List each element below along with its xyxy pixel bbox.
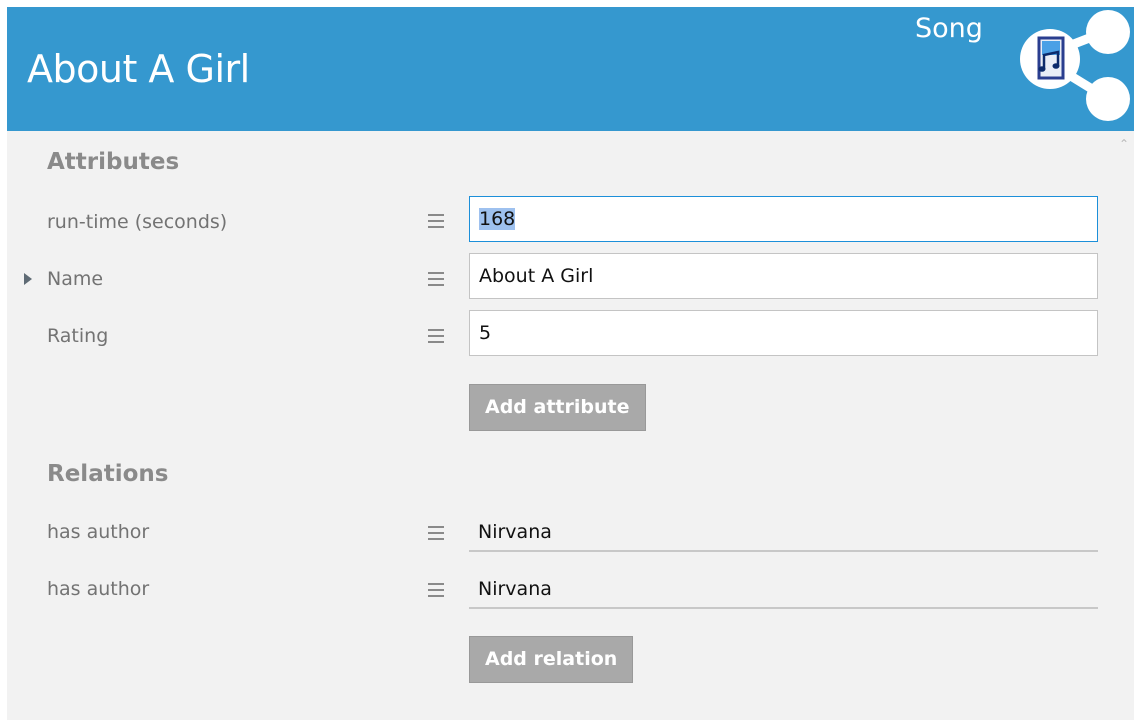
drag-handle-icon[interactable] (428, 214, 444, 228)
relation-label: has author (47, 578, 150, 600)
drag-handle-icon[interactable] (428, 583, 444, 597)
attribute-label-name: Name (47, 268, 104, 290)
attribute-input-runtime[interactable] (469, 196, 1098, 242)
drag-handle-icon[interactable] (428, 272, 444, 286)
attribute-input-rating[interactable] (469, 310, 1098, 356)
current-row-indicator-icon (24, 273, 32, 285)
type-label: Song (915, 13, 983, 44)
music-share-icon (1020, 10, 1130, 121)
drag-handle-icon[interactable] (428, 329, 444, 343)
page-title: About A Girl (27, 47, 250, 91)
attribute-input-name[interactable] (469, 253, 1098, 299)
relation-value-link[interactable]: Nirvana (478, 521, 552, 543)
vertical-scrollbar[interactable] (1114, 131, 1134, 720)
add-attribute-button[interactable]: Add attribute (469, 384, 646, 431)
relation-value-link[interactable]: Nirvana (478, 578, 552, 600)
drag-handle-icon[interactable] (428, 526, 444, 540)
attribute-label-runtime: run-time (seconds) (47, 211, 228, 233)
add-relation-button[interactable]: Add relation (469, 636, 634, 683)
relation-label: has author (47, 521, 150, 543)
attribute-label-rating: Rating (47, 325, 109, 347)
relation-underline (469, 550, 1098, 552)
header-bar: About A Girl Song (7, 7, 1134, 131)
attributes-section-title: Attributes (47, 149, 180, 175)
relation-underline (469, 607, 1098, 609)
scroll-up-icon[interactable]: ⌃ (1118, 138, 1130, 150)
relations-section-title: Relations (47, 461, 169, 487)
